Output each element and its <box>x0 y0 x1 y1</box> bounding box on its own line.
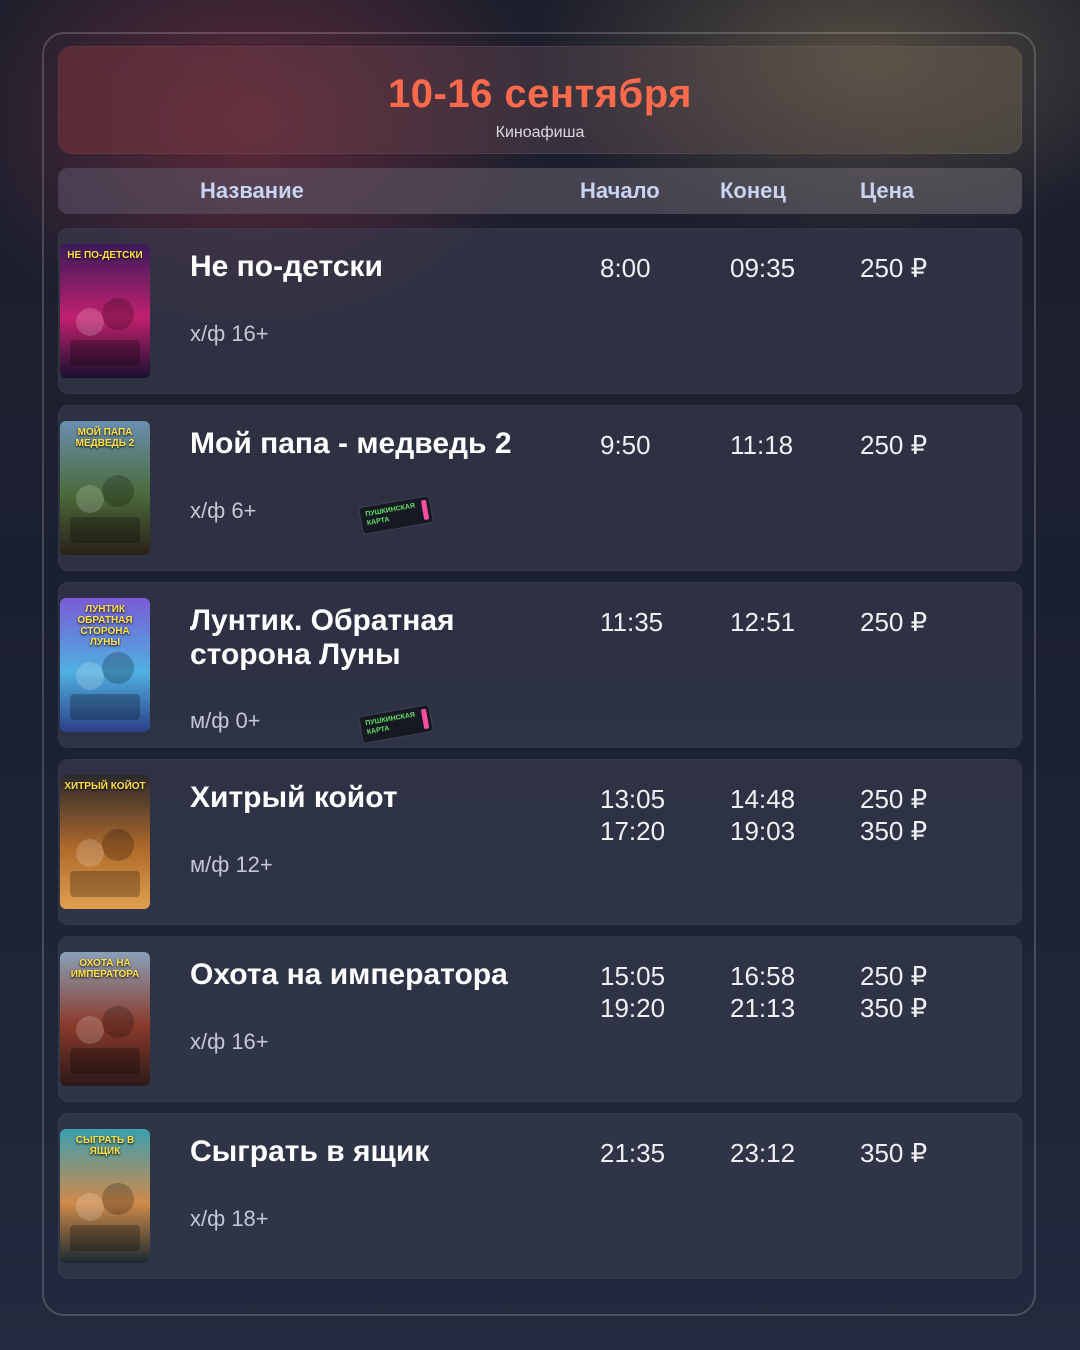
movie-title: Хитрый койот <box>190 781 398 814</box>
movie-title: Сыграть в ящик <box>190 1135 430 1168</box>
start-time: 13:05 <box>600 784 666 814</box>
end-time: 12:51 <box>730 607 796 637</box>
start-time: 15:05 <box>600 961 666 991</box>
end-time-cell: 12:51 <box>730 606 795 638</box>
price: 250 ₽ <box>860 253 928 283</box>
page-title: 10-16 сентября <box>388 72 692 116</box>
schedule-header: 10-16 сентября Киноафиша <box>58 46 1022 154</box>
end-time: 11:18 <box>730 430 794 460</box>
start-time: 19:20 <box>600 993 666 1023</box>
price-cell: 250 ₽350 ₽ <box>860 783 927 847</box>
page-subtitle: Киноафиша <box>495 124 585 141</box>
poster-title-text: ОХОТА НА ИМПЕРАТОРА <box>70 958 140 980</box>
price-cell: 250 ₽350 ₽ <box>860 960 927 1024</box>
movie-row[interactable]: ЛУНТИК ОБРАТНАЯ СТОРОНА ЛУНЫ Лунтик. Обра… <box>58 582 1022 748</box>
price-cell: 250 ₽ <box>860 429 927 461</box>
movie-meta: х/ф 16+ <box>190 1029 269 1054</box>
end-time-cell: 14:48 19:03 <box>730 783 795 847</box>
movie-title: Не по-детски <box>190 250 383 283</box>
movie-poster[interactable]: МОЙ ПАПА МЕДВЕДЬ 2 <box>60 421 150 555</box>
end-time: 14:48 <box>730 784 796 814</box>
price: 350 ₽ <box>860 816 928 846</box>
pushkin-card-badge: ПУШКИНСКАЯ КАРТА <box>358 494 434 536</box>
poster-title-text: ХИТРЫЙ КОЙОТ <box>64 781 146 792</box>
price: 350 ₽ <box>860 993 928 1023</box>
movie-title: Охота на императора <box>190 958 508 991</box>
column-header-end: Конец <box>720 178 786 203</box>
price: 250 ₽ <box>860 961 928 991</box>
movie-row[interactable]: МОЙ ПАПА МЕДВЕДЬ 2 Мой папа - медведь 2 х/… <box>58 405 1022 571</box>
movie-title: Лунтик. Обратная сторона Луны <box>190 604 455 671</box>
start-time-cell: 8:00 <box>600 252 651 284</box>
movie-row[interactable]: ХИТРЫЙ КОЙОТ Хитрый койот м/ф 12+ 13:05 17:2… <box>58 759 1022 925</box>
price: 250 ₽ <box>860 607 928 637</box>
pushkin-card-badge: ПУШКИНСКАЯ КАРТА <box>358 703 434 745</box>
end-time: 21:13 <box>730 993 796 1023</box>
start-time-cell: 9:50 <box>600 429 651 461</box>
column-header-name: Название <box>200 178 304 203</box>
end-time-cell: 23:12 <box>730 1137 795 1169</box>
price-cell: 350 ₽ <box>860 1137 927 1169</box>
poster-title-text: МОЙ ПАПА МЕДВЕДЬ 2 <box>75 427 135 449</box>
start-time-cell: 15:05 19:20 <box>600 960 665 1024</box>
start-time: 11:35 <box>600 607 664 637</box>
start-time-cell: 13:05 17:20 <box>600 783 665 847</box>
end-time-cell: 11:18 <box>730 429 793 461</box>
price: 250 ₽ <box>860 784 928 814</box>
poster-title-text: НЕ ПО-ДЕТСКИ <box>67 250 143 261</box>
movie-poster[interactable]: ЛУНТИК ОБРАТНАЯ СТОРОНА ЛУНЫ <box>60 598 150 732</box>
end-time: 16:58 <box>730 961 796 991</box>
price-cell: 250 ₽ <box>860 606 927 638</box>
price: 350 ₽ <box>860 1138 928 1168</box>
price: 250 ₽ <box>860 430 928 460</box>
price-cell: 250 ₽ <box>860 252 927 284</box>
movie-row[interactable]: ОХОТА НА ИМПЕРАТОРА Охота на императора х/… <box>58 936 1022 1102</box>
start-time: 17:20 <box>600 816 666 846</box>
end-time: 19:03 <box>730 816 796 846</box>
movie-row[interactable]: НЕ ПО-ДЕТСКИ Не по-детски х/ф 16+ 8:00 09:35… <box>58 228 1022 394</box>
movie-poster[interactable]: СЫГРАТЬ В ЯЩИК <box>60 1129 150 1263</box>
movie-meta: х/ф 6+ <box>190 498 257 523</box>
movie-row[interactable]: СЫГРАТЬ В ЯЩИК Сыграть в ящик х/ф 18+ 21:35… <box>58 1113 1022 1279</box>
start-time: 9:50 <box>600 430 651 460</box>
start-time-cell: 21:35 <box>600 1137 665 1169</box>
movie-meta: м/ф 0+ <box>190 708 261 733</box>
end-time: 23:12 <box>730 1138 796 1168</box>
movie-poster[interactable]: НЕ ПО-ДЕТСКИ <box>60 244 150 378</box>
movie-poster[interactable]: ХИТРЫЙ КОЙОТ <box>60 775 150 909</box>
movie-meta: х/ф 18+ <box>190 1206 269 1231</box>
column-header-price: Цена <box>860 178 915 203</box>
end-time: 09:35 <box>730 253 796 283</box>
poster-title-text: СЫГРАТЬ В ЯЩИК <box>75 1135 135 1157</box>
start-time: 21:35 <box>600 1138 666 1168</box>
column-header-start: Начало <box>580 178 660 203</box>
movie-poster[interactable]: ОХОТА НА ИМПЕРАТОРА <box>60 952 150 1086</box>
movie-title: Мой папа - медведь 2 <box>190 427 512 460</box>
end-time-cell: 09:35 <box>730 252 795 284</box>
poster-title-text: ЛУНТИК ОБРАТНАЯ СТОРОНА ЛУНЫ <box>77 604 133 648</box>
start-time: 8:00 <box>600 253 651 283</box>
end-time-cell: 16:58 21:13 <box>730 960 795 1024</box>
movie-meta: х/ф 16+ <box>190 321 269 346</box>
column-header-bar: Название Начало Конец Цена <box>58 168 1022 214</box>
movie-meta: м/ф 12+ <box>190 852 273 877</box>
start-time-cell: 11:35 <box>600 606 663 638</box>
